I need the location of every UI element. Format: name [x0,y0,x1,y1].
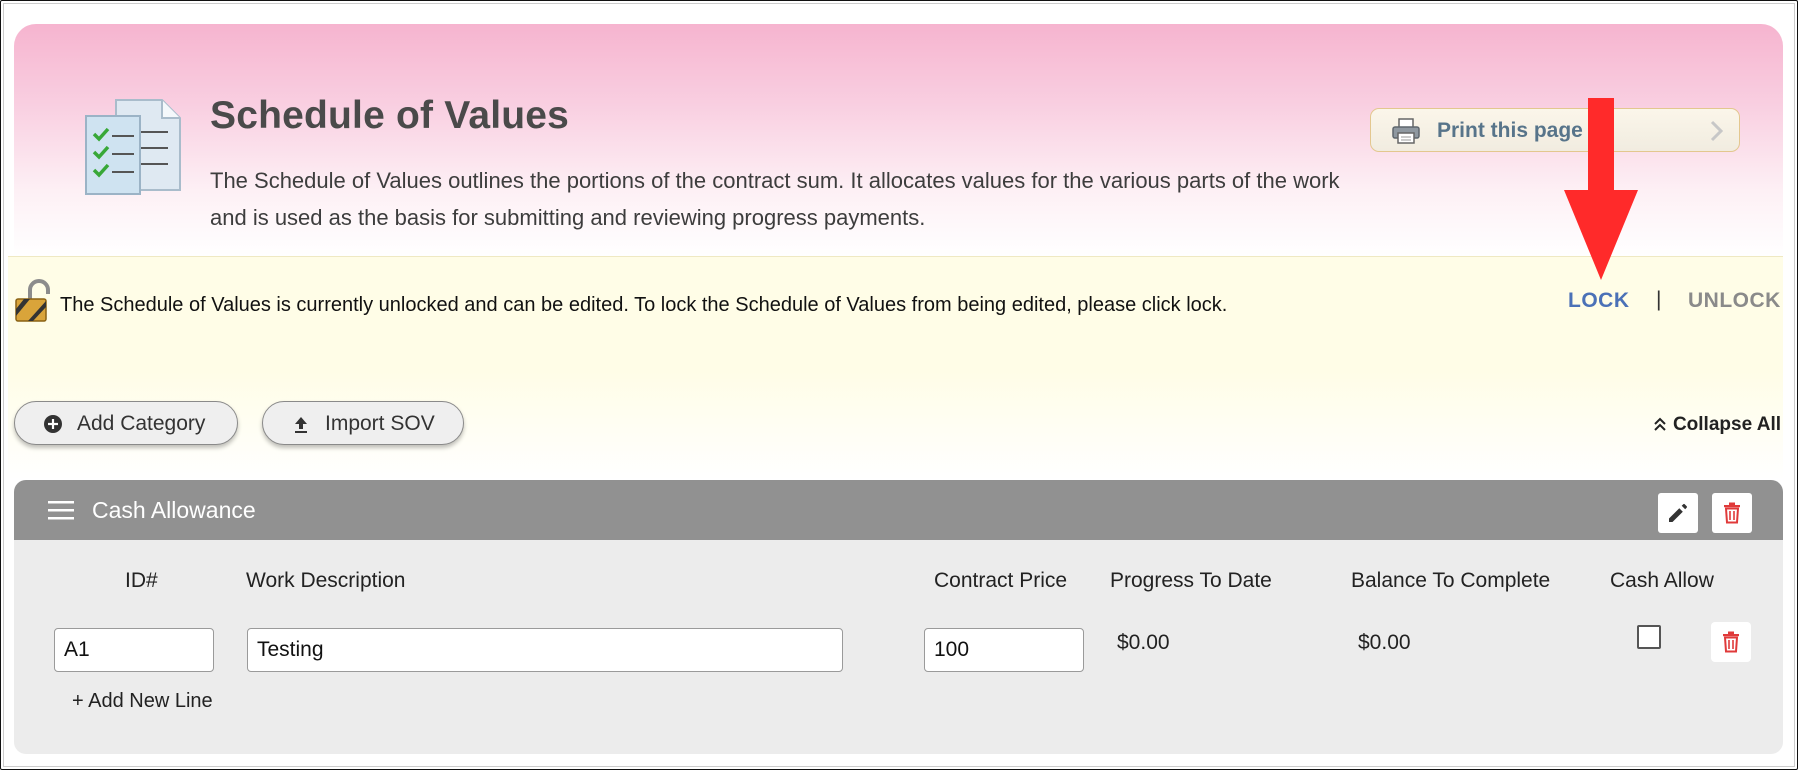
drag-handle-menu-icon[interactable] [48,499,74,521]
add-category-label: Add Category [77,412,206,435]
lock-link[interactable]: LOCK [1568,289,1630,313]
unlock-link[interactable]: UNLOCK [1688,289,1781,313]
sov-toolbar: Add Category Import SOV Collapse All [8,372,1783,480]
lock-status-bar: The Schedule of Values is currently unlo… [8,256,1783,374]
collapse-all-label: Collapse All [1672,414,1781,435]
page-description: The Schedule of Values outlines the port… [210,168,1340,230]
category-title: Cash Allowance [92,497,256,523]
import-sov-label: Import SOV [325,412,435,435]
add-category-button[interactable]: Add Category [14,401,238,445]
link-separator: | [1656,288,1662,311]
col-header-contract-price: Contract Price [934,569,1068,592]
col-header-cash-allow: Cash Allow [1610,569,1714,592]
trash-icon [1723,631,1739,653]
contract-price-input[interactable] [924,628,1084,672]
page-header: Schedule of Values The Schedule of Value… [14,24,1783,256]
upload-icon [295,417,307,433]
lock-status-message: The Schedule of Values is currently unlo… [60,294,1228,316]
annotation-arrow-icon [1564,98,1638,280]
col-header-work-description: Work Description [246,569,406,592]
col-header-balance-to-complete: Balance To Complete [1351,569,1551,592]
open-padlock-icon [15,279,50,322]
category-panel: Cash Allowance ID# Work Description Cont… [14,480,1783,754]
edit-category-button[interactable] [1658,493,1698,533]
chevron-right-icon [1710,120,1724,142]
trash-icon [1724,502,1740,524]
plus-circle-icon [44,415,62,433]
import-sov-button[interactable]: Import SOV [262,401,464,445]
delete-line-button[interactable] [1711,622,1751,662]
collapse-all-button[interactable]: Collapse All [1653,414,1781,436]
printer-icon [1392,118,1420,144]
balance-to-complete-value: $0.00 [1358,631,1411,654]
line-id-input[interactable] [54,628,214,672]
pencil-icon [1669,503,1687,522]
delete-category-button[interactable] [1712,493,1752,533]
add-new-line-link[interactable]: + Add New Line [72,690,213,713]
checklist-document-icon [85,99,181,195]
page-title: Schedule of Values [210,94,570,137]
print-page-label: Print this page [1437,119,1583,142]
col-header-id: ID# [125,569,158,592]
print-page-button[interactable]: Print this page [1370,108,1740,152]
category-header: Cash Allowance [14,480,1783,540]
double-chevron-up-icon [1654,417,1666,431]
cash-allow-checkbox[interactable] [1637,625,1661,649]
progress-to-date-value: $0.00 [1117,631,1170,654]
work-description-input[interactable] [247,628,843,672]
col-header-progress-to-date: Progress To Date [1110,569,1272,592]
